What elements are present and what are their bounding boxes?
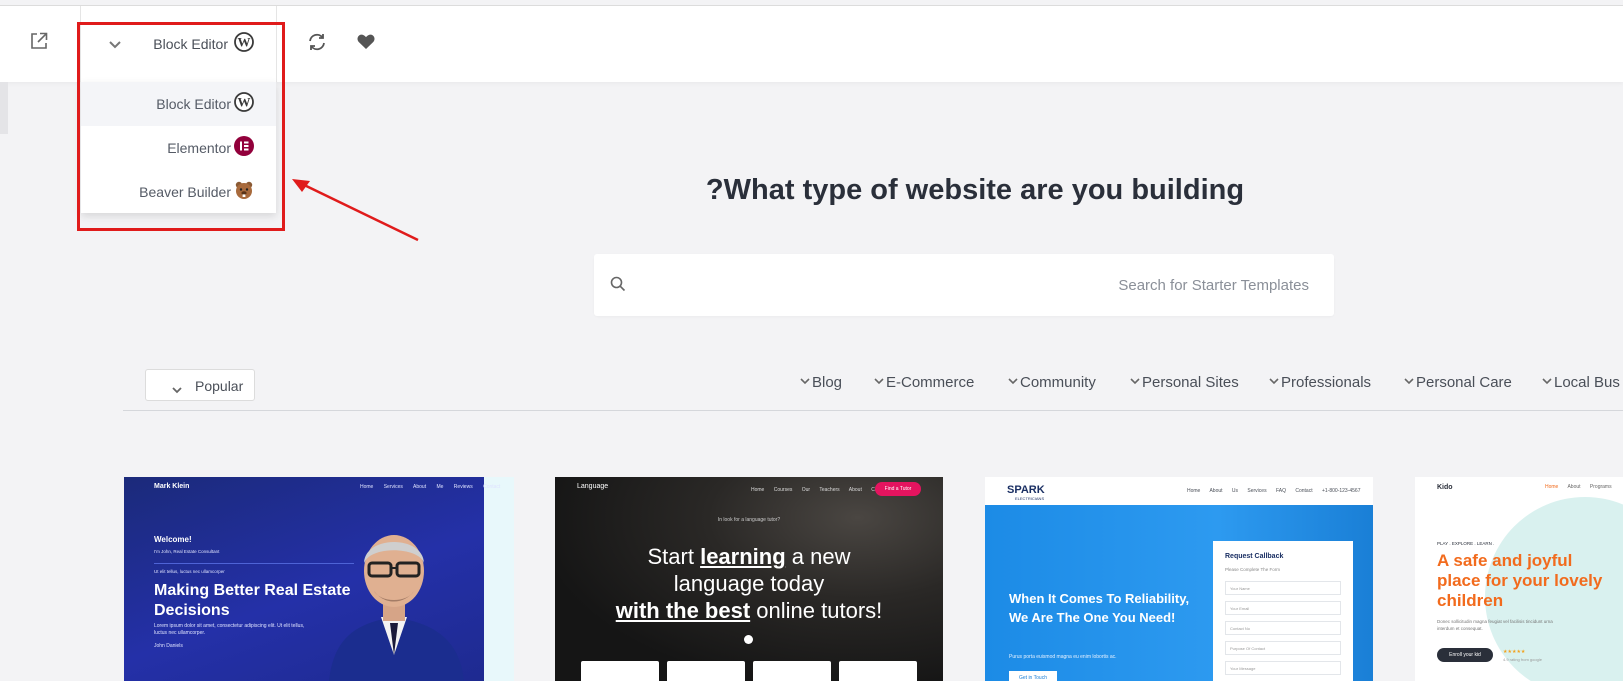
- svg-text:W: W: [238, 95, 251, 110]
- template-logo-sub: ELECTRICIANS: [1015, 496, 1045, 501]
- template-headline: Start learning a new language today with…: [615, 544, 883, 623]
- builder-option-label: Elementor: [167, 140, 231, 156]
- template-welcome: Welcome!: [154, 535, 192, 544]
- template-logo: Mark Klein: [154, 483, 190, 490]
- favorites-heart-icon[interactable]: [352, 28, 380, 56]
- template-cta-button: Find a Tutor: [875, 482, 921, 496]
- wordpress-icon: W: [234, 32, 254, 57]
- page-title: ?What type of website are you building: [705, 174, 1245, 206]
- template-subtitle-2: Ut elit tellus, luctus nec ullamcorper: [154, 569, 225, 574]
- page-builder-dropdown: Block Editor W Elementor Beaver Builder: [81, 82, 276, 213]
- template-card-electricians[interactable]: SPARK ELECTRICIANS Home About Us Service…: [985, 477, 1373, 681]
- template-description: Donec sollicitudin magna feugiat vel fac…: [1437, 619, 1553, 631]
- sync-icon[interactable]: [303, 28, 331, 56]
- category-professionals[interactable]: Professionals: [1269, 374, 1371, 391]
- builder-option-beaver-builder[interactable]: Beaver Builder: [81, 170, 276, 214]
- template-nav: Home Services About Me Reviews Contact: [360, 484, 501, 490]
- template-nav: Home About Us Services FAQ Contact +1-80…: [1187, 488, 1361, 494]
- chevron-down-icon: [109, 36, 121, 54]
- category-local-business[interactable]: Local Bus: [1542, 374, 1620, 391]
- template-kicker: In look for a language tutor?: [717, 517, 781, 523]
- category-label: Blog: [812, 374, 843, 391]
- elementor-icon: [234, 136, 254, 161]
- template-card-kids[interactable]: Kido Home About Programs PLAY . EXPLORE …: [1415, 477, 1623, 681]
- builder-option-label: Block Editor: [156, 96, 231, 112]
- builder-option-label: Beaver Builder: [139, 184, 231, 200]
- chevron-down-icon: [1542, 378, 1552, 385]
- template-nav: Home About Programs: [1545, 484, 1612, 490]
- category-label: Local Bus: [1554, 374, 1620, 391]
- category-label: Personal Sites: [1142, 374, 1239, 391]
- template-description: Lorem ipsum dolor sit amet, consectetur …: [154, 623, 305, 636]
- template-search-box: [594, 254, 1334, 316]
- category-label: Personal Care: [1416, 374, 1512, 391]
- category-e-commerce[interactable]: E-Commerce: [874, 374, 974, 391]
- annotation-arrow: [292, 179, 419, 242]
- template-description: Purus porta euismod magna eu enim lobort…: [1009, 654, 1117, 660]
- search-icon: [610, 276, 626, 297]
- rating-stars: ★★★★★: [1503, 649, 1526, 655]
- template-cta-button: Get in Touch: [1009, 671, 1057, 681]
- chevron-down-icon: [1130, 378, 1140, 385]
- category-personal-care[interactable]: Personal Care: [1404, 374, 1512, 391]
- chevron-down-icon: [1404, 378, 1414, 385]
- template-signature: John Daniels: [154, 643, 183, 649]
- page-builder-select[interactable]: Block Editor W: [80, 6, 277, 82]
- template-logo: Language: [577, 483, 609, 490]
- template-kicker: PLAY . EXPLORE . LEARN .: [1437, 541, 1495, 546]
- rating-caption: 4.9 rating from google: [1503, 657, 1542, 662]
- template-cta-button: Enroll your kid: [1437, 648, 1493, 662]
- template-divider-line: [154, 563, 354, 564]
- template-card-real-estate[interactable]: Mark Klein Home Services About Me Review…: [124, 477, 514, 681]
- filter-divider: [123, 410, 1623, 411]
- template-headline: A safe and joyful place for your lovely …: [1437, 551, 1603, 610]
- builder-option-elementor[interactable]: Elementor: [81, 126, 276, 170]
- chevron-down-icon: [1008, 378, 1018, 385]
- external-link-icon[interactable]: [26, 28, 52, 54]
- page-builder-selected-label: Block Editor: [153, 36, 228, 52]
- template-headline: Making Better Real Estate Decisions: [154, 582, 351, 619]
- template-logo: Kido: [1437, 484, 1453, 491]
- category-label: E-Commerce: [886, 374, 975, 391]
- category-personal-sites[interactable]: Personal Sites: [1130, 374, 1239, 391]
- wordpress-icon: W: [234, 92, 254, 117]
- template-search-input[interactable]: [639, 266, 1309, 304]
- chevron-down-icon: [1269, 378, 1279, 385]
- category-label: Community: [1020, 374, 1096, 391]
- scroll-down-icon: [744, 635, 753, 644]
- category-community[interactable]: Community: [1008, 374, 1096, 391]
- chevron-down-icon: [800, 378, 810, 385]
- chevron-down-icon: [874, 378, 884, 385]
- template-card-language[interactable]: Language Home Courses Our Teachers About…: [555, 477, 943, 681]
- template-subtitle: I'm John, Real Estate Consultant: [154, 549, 220, 554]
- template-headline: When It Comes To Reliability, We Are The…: [1009, 591, 1190, 625]
- template-nav: Home Courses Our Teachers About Contact: [751, 487, 889, 493]
- builder-option-block-editor[interactable]: Block Editor W: [81, 82, 276, 126]
- template-logo: SPARK: [1007, 484, 1045, 496]
- beaver-icon: [234, 180, 254, 205]
- left-scroll-strip: [0, 82, 8, 134]
- svg-text:W: W: [238, 35, 251, 50]
- category-label: Professionals: [1281, 374, 1372, 391]
- template-callback-form: Request Callback Please Complete The For…: [1213, 541, 1353, 681]
- category-nav: Blog E-Commerce Community Personal Sites…: [0, 374, 1623, 400]
- category-blog[interactable]: Blog: [800, 374, 842, 391]
- template-feature-boxes: [581, 661, 917, 681]
